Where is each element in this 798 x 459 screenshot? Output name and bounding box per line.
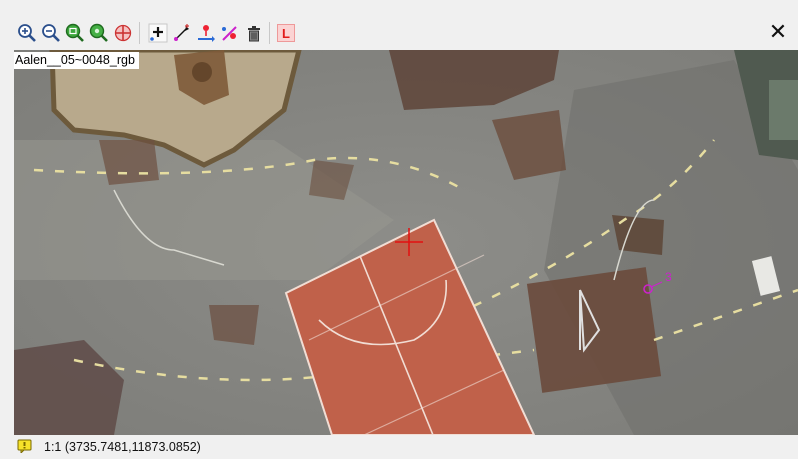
zoom-layer-icon[interactable] [88,22,110,44]
zoom-in-icon[interactable] [16,22,38,44]
link-point-icon[interactable] [219,22,241,44]
delete-point-icon[interactable] [243,22,265,44]
toolbar-separator [269,22,270,44]
map-canvas[interactable]: 3 [14,50,798,435]
control-point-label: 3 [665,270,672,284]
close-button[interactable]: ✕ [766,19,790,45]
toolbar-separator [139,22,140,44]
label-icon-text: L [282,25,290,41]
zoom-fit-icon[interactable] [64,22,86,44]
toolbar: L ✕ [0,0,798,50]
layer-name-label: Aalen__05~0048_rgb [14,52,139,69]
zoom-out-icon[interactable] [40,22,62,44]
label-icon[interactable]: L [275,22,297,44]
status-bar: 1:1 (3735.7481,11873.0852) [0,435,798,459]
status-coordinates: 1:1 (3735.7481,11873.0852) [44,440,201,454]
pan-center-icon[interactable] [112,22,134,44]
move-point-icon[interactable] [171,22,193,44]
add-point-icon[interactable] [147,22,169,44]
status-note-icon [17,439,32,455]
point-to-line-icon[interactable] [195,22,217,44]
